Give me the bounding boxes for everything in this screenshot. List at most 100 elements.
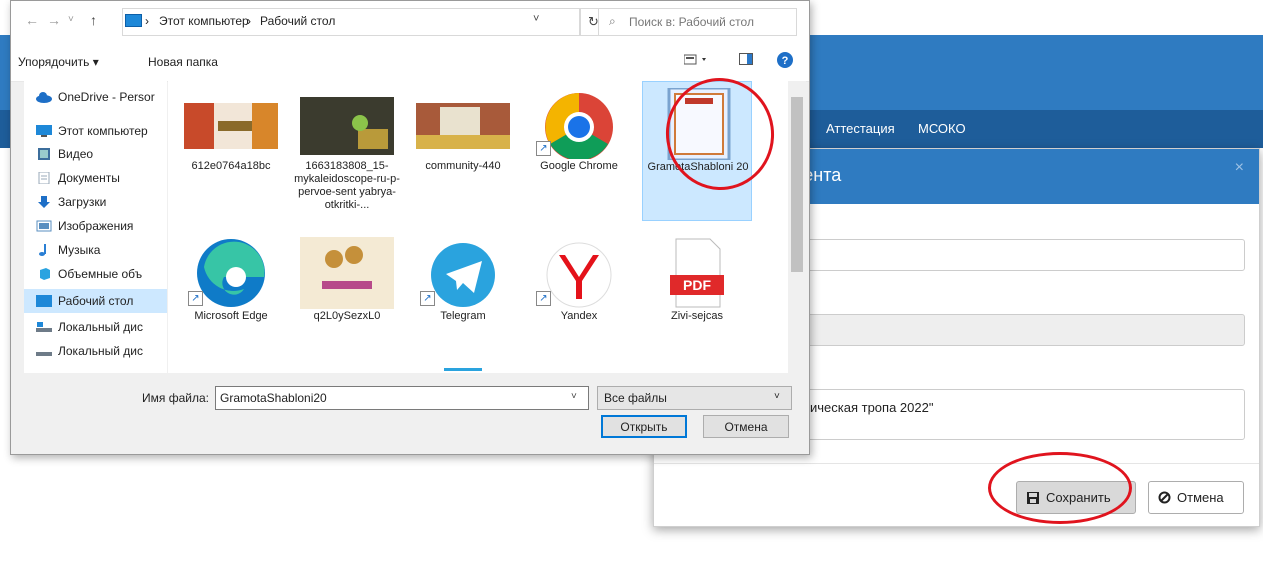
nav-video[interactable]: Видео xyxy=(24,142,167,166)
filename-value: GramotaShabloni20 xyxy=(220,391,327,405)
search-placeholder: Поиск в: Рабочий стол xyxy=(629,15,754,29)
view-mode-icon[interactable] xyxy=(684,53,710,67)
nav-label: Загрузки xyxy=(58,195,107,209)
organize-button[interactable]: Упорядочить ▾ xyxy=(18,55,99,69)
nav-label: Рабочий стол xyxy=(58,294,134,308)
preview-pane-icon[interactable] xyxy=(739,53,753,65)
nav-label: Этот компьютер xyxy=(58,124,148,138)
downloads-icon xyxy=(38,196,50,208)
address-row: ← → ˅ ↑ › Этот компьютер › Рабочий стол … xyxy=(11,1,809,41)
modal-cancel-label: Отмена xyxy=(1177,490,1224,505)
music-icon xyxy=(39,244,46,256)
modal-close-icon[interactable]: × xyxy=(1235,159,1244,177)
up-arrow-icon[interactable]: ↑ xyxy=(90,12,97,28)
nav-local-disk-1[interactable]: Локальный дис xyxy=(24,315,167,339)
cancel-icon xyxy=(1158,491,1171,504)
desktop-icon xyxy=(36,295,52,307)
modal-cancel-button[interactable]: Отмена xyxy=(1148,481,1244,514)
red-annotation-save xyxy=(988,452,1132,524)
file-item[interactable]: ↗ Microsoft Edge xyxy=(176,231,286,371)
nav-label: Изображения xyxy=(58,219,134,233)
nav-music[interactable]: Музыка xyxy=(24,238,167,262)
documents-icon xyxy=(38,172,50,184)
file-item[interactable]: PDF Zivi-sejcas xyxy=(642,231,752,371)
file-item[interactable]: 612e0764a18bc xyxy=(176,81,286,221)
address-bar[interactable]: › Этот компьютер › Рабочий стол ˅ xyxy=(122,8,581,36)
file-name: Google Chrome xyxy=(540,160,618,172)
local-disk-icon xyxy=(36,352,52,356)
video-icon xyxy=(38,148,50,160)
file-item[interactable]: 1663183808_15-mykaleidoscope-ru-p-pervoe… xyxy=(292,81,402,221)
filename-dropdown-icon[interactable]: ˅ xyxy=(571,391,577,402)
breadcrumb-separator: › xyxy=(247,14,251,28)
help-icon[interactable]: ? xyxy=(777,52,793,68)
shortcut-arrow-icon: ↗ xyxy=(536,141,551,156)
nav-label: Видео xyxy=(58,147,94,161)
search-input[interactable]: ⌕ Поиск в: Рабочий стол xyxy=(598,8,797,36)
file-type-select[interactable]: Все файлы ˅ xyxy=(597,386,792,410)
filename-label: Имя файла: xyxy=(142,391,209,405)
file-item[interactable]: ↗ Telegram xyxy=(408,231,518,371)
file-name: 1663183808_15-mykaleidoscope-ru-p-pervoe… xyxy=(294,160,400,211)
file-name: 612e0764a18bc xyxy=(191,160,271,172)
file-name: Telegram xyxy=(440,310,486,322)
shortcut-arrow-icon: ↗ xyxy=(420,291,435,306)
nav-label: Документы xyxy=(58,171,120,185)
nav-label: Локальный дис xyxy=(58,344,143,358)
open-button[interactable]: Открыть xyxy=(601,415,687,438)
navigation-pane[interactable]: OneDrive - Persor Этот компьютер Видео Д… xyxy=(24,81,167,373)
svg-text:PDF: PDF xyxy=(683,277,711,293)
nav-documents[interactable]: Документы xyxy=(24,166,167,190)
file-name: Yandex xyxy=(560,310,598,322)
breadcrumb-desktop[interactable]: Рабочий стол xyxy=(260,14,335,28)
shortcut-arrow-icon: ↗ xyxy=(188,291,203,306)
nav-item-msoko[interactable]: МСОКО xyxy=(918,121,966,136)
telegram-running-indicator xyxy=(444,368,482,371)
recent-dropdown-icon[interactable]: ˅ xyxy=(68,14,74,25)
nav-label: OneDrive - Persor xyxy=(58,90,155,104)
nav-this-pc[interactable]: Этот компьютер xyxy=(24,119,167,143)
file-name: community-440 xyxy=(425,160,501,172)
nav-local-disk-2[interactable]: Локальный дис xyxy=(24,339,167,363)
file-list-scroll-thumb[interactable] xyxy=(791,97,803,272)
nav-pictures[interactable]: Изображения xyxy=(24,214,167,238)
nav-3d-objects[interactable]: Объемные объ xyxy=(24,262,167,286)
file-item[interactable]: ↗ Google Chrome xyxy=(524,81,634,221)
image-thumbnail-icon xyxy=(300,97,394,155)
file-type-value: Все файлы xyxy=(604,391,667,405)
file-list-scrollbar[interactable] xyxy=(788,81,806,373)
file-item[interactable]: q2L0ySezxL0 xyxy=(292,231,402,371)
image-thumbnail-icon xyxy=(184,103,278,149)
breadcrumb-separator: › xyxy=(145,14,149,28)
nav-label: Музыка xyxy=(58,243,101,257)
pc-icon xyxy=(36,125,52,137)
textarea-text: ическая тропа 2022" xyxy=(810,400,934,415)
search-icon: ⌕ xyxy=(609,14,616,28)
file-item[interactable]: ↗ Yandex xyxy=(524,231,634,371)
nav-item-attestation[interactable]: Аттестация xyxy=(826,121,895,136)
address-dropdown-icon[interactable]: ˅ xyxy=(533,13,539,25)
breadcrumb-this-pc[interactable]: Этот компьютер xyxy=(159,14,249,28)
file-name: Zivi-sejcas xyxy=(671,310,723,322)
file-item[interactable]: community-440 xyxy=(408,81,518,221)
file-name: Microsoft Edge xyxy=(194,310,268,322)
new-folder-button[interactable]: Новая папка xyxy=(148,55,218,69)
filename-input[interactable]: GramotaShabloni20 ˅ xyxy=(215,386,589,410)
svg-text:?: ? xyxy=(782,55,789,67)
dialog-toolbar: Упорядочить ▾ Новая папка ? xyxy=(11,41,809,82)
pictures-icon xyxy=(36,220,52,232)
back-arrow-icon[interactable]: ← xyxy=(25,12,39,28)
pc-icon xyxy=(125,14,142,27)
nav-downloads[interactable]: Загрузки xyxy=(24,190,167,214)
modal-divider xyxy=(654,463,1259,464)
nav-onedrive[interactable]: OneDrive - Persor xyxy=(24,85,167,109)
forward-arrow-icon[interactable]: → xyxy=(47,12,61,28)
shortcut-arrow-icon: ↗ xyxy=(536,291,551,306)
nav-desktop[interactable]: Рабочий стол xyxy=(24,289,167,313)
3d-objects-icon xyxy=(40,268,50,280)
dialog-footer: Имя файла: GramotaShabloni20 ˅ Все файлы… xyxy=(11,373,809,454)
file-name: q2L0ySezxL0 xyxy=(313,310,381,322)
image-thumbnail-icon xyxy=(300,237,394,309)
dialog-cancel-button[interactable]: Отмена xyxy=(703,415,789,438)
file-type-dropdown-icon: ˅ xyxy=(774,391,780,402)
